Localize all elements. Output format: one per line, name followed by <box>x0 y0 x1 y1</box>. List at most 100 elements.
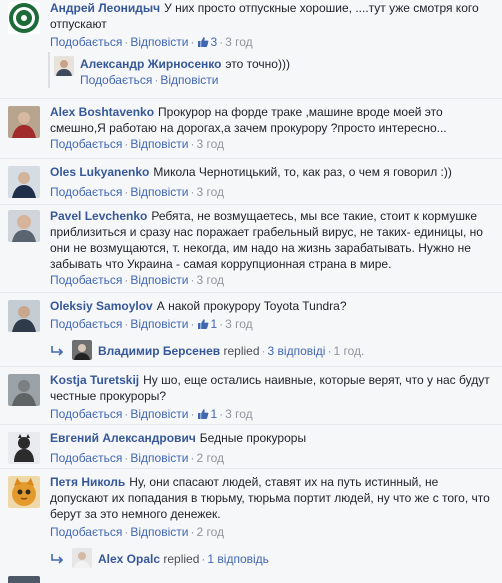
comment-item: Петя Николь Ну, они спасают людей, ставят… <box>0 474 502 574</box>
timestamp[interactable]: 3 год <box>225 407 253 421</box>
comment-item: Евгений Александрович Бедные прокуроры По… <box>0 430 502 466</box>
like-button[interactable]: Подобається <box>50 317 122 331</box>
comment-text: Бедные прокуроры <box>199 431 307 445</box>
comment-item: Alex Boshtavenko Прокурор на форде траке … <box>0 104 502 158</box>
reply-button[interactable]: Відповісти <box>160 73 218 87</box>
avatar[interactable] <box>8 300 40 332</box>
comment-actions: Подобається · Відповісти · 3 год <box>50 185 224 199</box>
avatar-image <box>8 2 40 34</box>
reply-text: это точно))) <box>225 57 290 71</box>
reply-button[interactable]: Відповісти <box>130 407 188 421</box>
comment-actions: Подобається · Відповісти · 1 · 3 год <box>50 406 496 424</box>
comment-item: Pavel Levchenko Ребята, не возмущаетесь, … <box>0 208 502 292</box>
avatar[interactable] <box>8 476 40 508</box>
like-button[interactable]: Подобається <box>50 273 122 287</box>
comment-author[interactable]: Kostja Turetskij <box>50 373 139 387</box>
comment-author[interactable]: Pavel Levchenko <box>50 209 147 223</box>
avatar-image <box>8 300 40 332</box>
thumbs-up-icon <box>197 36 209 52</box>
reply-author[interactable]: Александр Жирносенко <box>80 57 221 71</box>
like-button[interactable]: Подобається <box>50 407 122 421</box>
like-count[interactable]: 3 <box>210 35 217 49</box>
divider <box>0 292 502 293</box>
comment-item: Kostja Turetskij Ну шо, еще остались наив… <box>0 372 502 424</box>
reply-button[interactable]: Відповісти <box>130 137 188 151</box>
comment-actions: Подобається · Відповісти · 1 · 3 год <box>50 316 496 334</box>
replies-count[interactable]: 1 відповідь <box>207 552 269 566</box>
reply-author[interactable]: Alex Opalc <box>98 552 160 566</box>
comment-author[interactable]: Андрей Леонидыч <box>50 1 160 15</box>
like-button[interactable]: Подобається <box>50 525 122 539</box>
avatar[interactable] <box>54 56 74 76</box>
timestamp[interactable]: 3 год <box>225 317 253 331</box>
comment-text: Микола Чернотицький, то, как раз, о чем … <box>153 165 452 179</box>
like-button[interactable]: Подобається <box>50 35 122 49</box>
like-count[interactable]: 1 <box>210 317 217 331</box>
divider <box>0 366 502 367</box>
avatar-image <box>8 166 40 198</box>
reply-arrow-icon <box>50 553 64 569</box>
view-replies-link[interactable]: Владимир Берсенев replied · 3 відповіді · 1 … <box>50 340 364 361</box>
divider <box>0 468 502 469</box>
comment-actions: Подобається · Відповісти · 2 год <box>50 451 224 465</box>
avatar[interactable] <box>8 576 40 583</box>
timestamp[interactable]: 1 год. <box>333 344 364 358</box>
comment-actions: Подобається · Відповісти · 3 год <box>50 137 224 151</box>
like-button[interactable]: Подобається <box>50 451 122 465</box>
comment-text: А накой прокурору Toyota Tundra? <box>156 299 347 313</box>
avatar[interactable] <box>8 210 40 242</box>
timestamp[interactable]: 3 год <box>196 273 224 287</box>
avatar[interactable] <box>8 432 40 464</box>
comment-author[interactable]: Oleksiy Samoylov <box>50 299 153 313</box>
timestamp[interactable]: 2 год <box>196 451 224 465</box>
reply-button[interactable]: Відповісти <box>130 317 188 331</box>
like-button[interactable]: Подобається <box>50 185 122 199</box>
avatar-image <box>8 374 40 406</box>
avatar-image <box>8 210 40 242</box>
comment-item: Oleksiy Samoylov А накой прокурору Toyota… <box>0 298 502 360</box>
reply-button[interactable]: Відповісти <box>130 35 188 49</box>
divider <box>0 204 502 205</box>
thumbs-up-icon <box>197 408 209 424</box>
avatar[interactable] <box>8 2 40 34</box>
reply-author[interactable]: Владимир Берсенев <box>98 344 220 358</box>
comment-item: Андрей Леонидыч У них просто отпускные хо… <box>0 0 502 100</box>
comment-actions: Подобається · Відповісти · 2 год <box>50 525 224 539</box>
divider <box>0 158 502 159</box>
like-count[interactable]: 1 <box>210 407 217 421</box>
like-button[interactable]: Подобається <box>80 73 152 87</box>
avatar[interactable] <box>8 374 40 406</box>
reply-button[interactable]: Відповісти <box>130 451 188 465</box>
avatar-image <box>54 56 74 76</box>
timestamp[interactable]: 2 год <box>196 525 224 539</box>
comment-actions: Подобається · Відповісти · 3 · 3 год <box>50 34 496 52</box>
divider <box>0 424 502 425</box>
timestamp[interactable]: 3 год <box>225 35 253 49</box>
avatar[interactable] <box>8 166 40 198</box>
comment-author[interactable]: Петя Николь <box>50 475 125 489</box>
avatar <box>72 340 92 360</box>
like-button[interactable]: Подобається <box>50 137 122 151</box>
replied-label: replied <box>223 344 260 358</box>
comment-author[interactable]: Oles Lukyanenko <box>50 165 149 179</box>
timestamp[interactable]: 3 год <box>196 185 224 199</box>
avatar <box>72 548 92 568</box>
comment-author[interactable]: Евгений Александрович <box>50 431 196 445</box>
divider <box>0 98 502 99</box>
comment-author[interactable]: Alex Boshtavenko <box>50 105 154 119</box>
avatar-image <box>8 432 40 464</box>
comment-actions: Подобається · Відповісти · 3 год <box>50 273 224 287</box>
replies-count[interactable]: 3 відповіді <box>268 344 326 358</box>
reply-arrow-icon <box>50 345 64 361</box>
replied-label: replied <box>163 552 200 566</box>
reply-button[interactable]: Відповісти <box>130 525 188 539</box>
comment-item: Oles Lukyanenko Микола Чернотицький, то, … <box>0 164 502 202</box>
view-replies-link[interactable]: Alex Opalc replied · 1 відповідь <box>50 548 269 569</box>
avatar-image <box>8 106 40 138</box>
timestamp[interactable]: 3 год <box>196 137 224 151</box>
thumbs-up-icon <box>197 318 209 334</box>
reply-button[interactable]: Відповісти <box>130 185 188 199</box>
comment-thread: Андрей Леонидыч У них просто отпускные хо… <box>0 0 502 583</box>
reply-button[interactable]: Відповісти <box>130 273 188 287</box>
avatar[interactable] <box>8 106 40 138</box>
